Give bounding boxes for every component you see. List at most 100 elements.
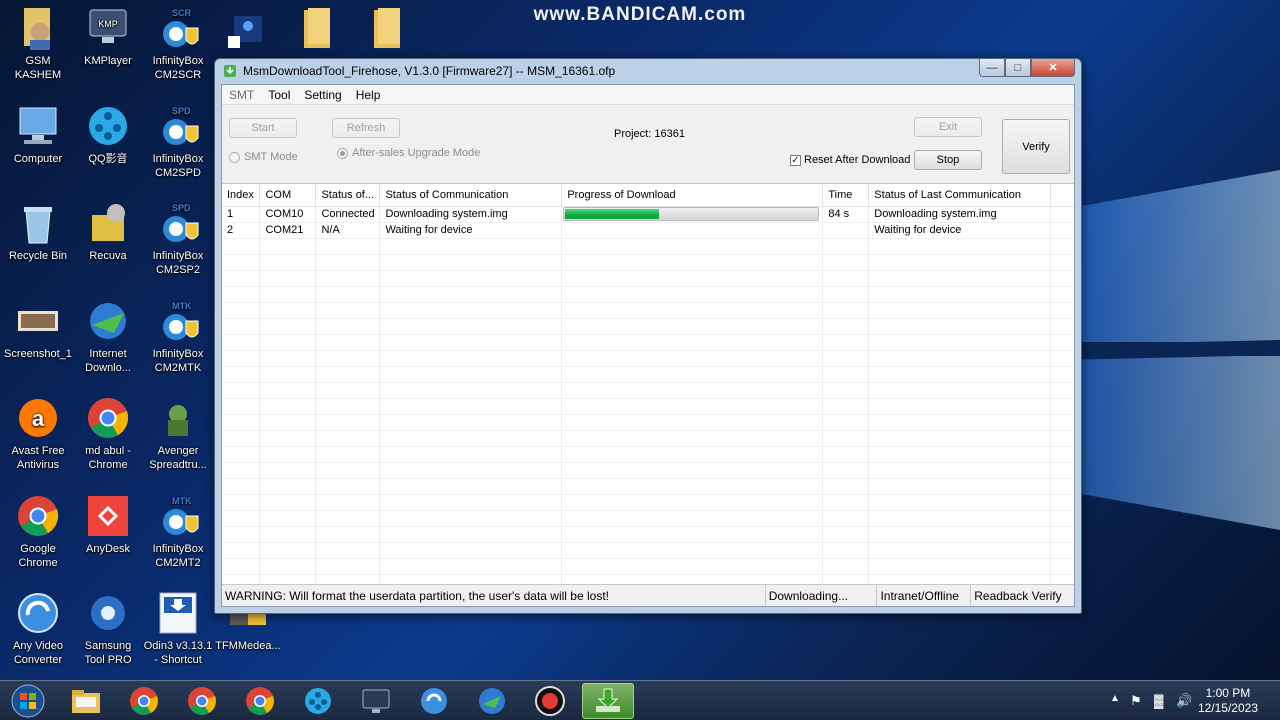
taskbar-video-converter[interactable] — [408, 683, 460, 719]
smt-mode-radio[interactable]: SMT Mode — [229, 151, 298, 163]
table-row[interactable] — [222, 382, 1074, 399]
taskbar-idm[interactable] — [466, 683, 518, 719]
desktop-icon-infinitybox-cm2mt2[interactable]: MTK InfinityBox CM2MT2 — [142, 494, 214, 570]
empty-cell — [379, 334, 563, 351]
table-row[interactable] — [222, 238, 1074, 255]
table-row[interactable] — [222, 478, 1074, 495]
desktop-icon-odin3-shortcut[interactable]: Odin3 v3.13.1 - Shortcut — [142, 591, 214, 667]
table-row[interactable] — [222, 366, 1074, 383]
taskbar-chrome-1[interactable] — [118, 683, 170, 719]
flag-icon[interactable]: ⚑ — [1130, 693, 1142, 709]
table-row[interactable]: 2 COM21 N/A Waiting for device Waiting for d… — [222, 222, 1074, 239]
system-clock[interactable]: 1:00 PM 12/15/2023 — [1198, 686, 1258, 716]
empty-cell — [259, 462, 317, 479]
desktop-icon-infinitybox-cm2scr[interactable]: SCR InfinityBox CM2SCR — [142, 6, 214, 82]
desktop-icon-recuva[interactable]: Recuva — [72, 201, 144, 263]
exit-button[interactable]: Exit — [914, 117, 982, 137]
table-row[interactable] — [222, 446, 1074, 463]
taskbar-chrome-3[interactable] — [234, 683, 286, 719]
table-row[interactable] — [222, 462, 1074, 479]
close-button[interactable]: ✕ — [1031, 59, 1075, 77]
desktop-icon-infinitybox-cm2sp2[interactable]: SPD InfinityBox CM2SP2 — [142, 201, 214, 277]
empty-cell — [315, 510, 381, 527]
taskbar-msm-download-tool[interactable] — [582, 683, 634, 719]
col-com[interactable]: COM — [259, 184, 317, 207]
refresh-button[interactable]: Refresh — [332, 118, 400, 138]
empty-cell — [561, 414, 824, 431]
desktop-icon-internet-download-manager[interactable]: Internet Downlo... — [72, 299, 144, 375]
desktop-icon-google-chrome[interactable]: Google Chrome — [2, 494, 74, 570]
menu-smt[interactable]: SMT — [222, 88, 261, 102]
desktop-icon-any-video-converter[interactable]: Any Video Converter — [2, 591, 74, 667]
reset-after-download-checkbox[interactable]: ✓ Reset After Download — [790, 154, 910, 166]
verify-button[interactable]: Verify — [1002, 119, 1070, 174]
empty-cell — [379, 558, 563, 575]
desktop-icon-qq-player[interactable]: QQ影音 — [72, 104, 144, 166]
desktop-icon-folder-1[interactable] — [282, 6, 354, 54]
table-row[interactable] — [222, 302, 1074, 319]
msm-download-tool-window[interactable]: MsmDownloadTool_Firehose, V1.3.0 [Firmwa… — [214, 58, 1082, 614]
desktop-icon-avast-free-antivirus[interactable]: a Avast Free Antivirus — [2, 396, 74, 472]
desktop-icon-kmplayer[interactable]: KMP KMPlayer — [72, 6, 144, 68]
volume-icon[interactable]: 🔊 — [1176, 693, 1192, 709]
taskbar-explorer[interactable] — [60, 683, 112, 719]
desktop-icon-shortcut-unnamed[interactable] — [212, 6, 284, 54]
desktop-icon-screenshot-1[interactable]: Screenshot_1 — [2, 299, 74, 361]
table-row[interactable] — [222, 542, 1074, 559]
empty-cell — [561, 462, 824, 479]
table-row[interactable] — [222, 430, 1074, 447]
desktop-icon-label: Odin3 v3.13.1 - Shortcut — [143, 640, 213, 666]
start-button[interactable]: Start — [229, 118, 297, 138]
status-warning: WARNING: Will format the userdata partit… — [222, 585, 766, 606]
empty-cell — [259, 446, 317, 463]
desktop-icon-avenger-spreadtrum[interactable]: Avenger Spreadtru... — [142, 396, 214, 472]
table-row[interactable] — [222, 254, 1074, 271]
empty-cell — [379, 286, 563, 303]
table-row[interactable] — [222, 334, 1074, 351]
desktop-icon-folder-2[interactable] — [352, 6, 424, 54]
table-row[interactable] — [222, 398, 1074, 415]
table-row[interactable] — [222, 350, 1074, 367]
title-bar[interactable]: MsmDownloadTool_Firehose, V1.3.0 [Firmwa… — [215, 59, 1081, 83]
table-row[interactable]: 1 COM10 Connected Downloading system.img 84 … — [222, 206, 1074, 223]
desktop-icon-anydesk[interactable]: AnyDesk — [72, 494, 144, 556]
taskbar-bandicam[interactable] — [524, 683, 576, 719]
menu-setting[interactable]: Setting — [297, 88, 348, 102]
device-table[interactable]: Index COM Status of... Status of Communi… — [222, 183, 1074, 588]
table-row[interactable] — [222, 494, 1074, 511]
table-row[interactable] — [222, 526, 1074, 543]
table-row[interactable] — [222, 510, 1074, 527]
desktop-icon-gsm-kashem[interactable]: GSM KASHEM — [2, 6, 74, 82]
desktop-icon-md-abul-chrome[interactable]: md abul - Chrome — [72, 396, 144, 472]
desktop-icon-infinitybox-cm2mtk[interactable]: MTK InfinityBox CM2MTK — [142, 299, 214, 375]
tray-expand-icon[interactable]: ▲ — [1110, 693, 1120, 704]
col-last-communication[interactable]: Status of Last Communication — [868, 184, 1052, 207]
minimize-button[interactable]: — — [979, 59, 1005, 77]
table-row[interactable] — [222, 286, 1074, 303]
table-row[interactable] — [222, 318, 1074, 335]
taskbar-qq-player[interactable] — [292, 683, 344, 719]
svg-text:SCR: SCR — [172, 8, 192, 18]
recycle-bin-icon — [24, 207, 52, 244]
desktop-icon-infinitybox-cm2spd[interactable]: SPD InfinityBox CM2SPD — [142, 104, 214, 180]
stop-button[interactable]: Stop — [914, 150, 982, 170]
table-row[interactable] — [222, 558, 1074, 575]
network-icon[interactable]: ▓ — [1154, 693, 1163, 708]
col-status[interactable]: Status of... — [315, 184, 381, 207]
menu-help[interactable]: Help — [349, 88, 388, 102]
table-row[interactable] — [222, 270, 1074, 287]
maximize-button[interactable]: □ — [1005, 59, 1031, 77]
taskbar-chrome-2[interactable] — [176, 683, 228, 719]
desktop-icon-samsung-tool-pro[interactable]: Samsung Tool PRO — [72, 591, 144, 667]
after-sales-mode-radio[interactable]: After-sales Upgrade Mode — [337, 147, 480, 159]
desktop-icon-computer[interactable]: Computer — [2, 104, 74, 166]
col-status-communication[interactable]: Status of Communication — [379, 184, 563, 207]
desktop-icon-recycle-bin[interactable]: Recycle Bin — [2, 201, 74, 263]
col-index[interactable]: Index — [222, 184, 261, 207]
menu-tool[interactable]: Tool — [261, 88, 297, 102]
table-row[interactable] — [222, 414, 1074, 431]
start-menu-button[interactable] — [4, 683, 52, 719]
col-time[interactable]: Time — [822, 184, 870, 207]
col-progress[interactable]: Progress of Download — [561, 184, 824, 207]
taskbar-kmplayer[interactable] — [350, 683, 402, 719]
